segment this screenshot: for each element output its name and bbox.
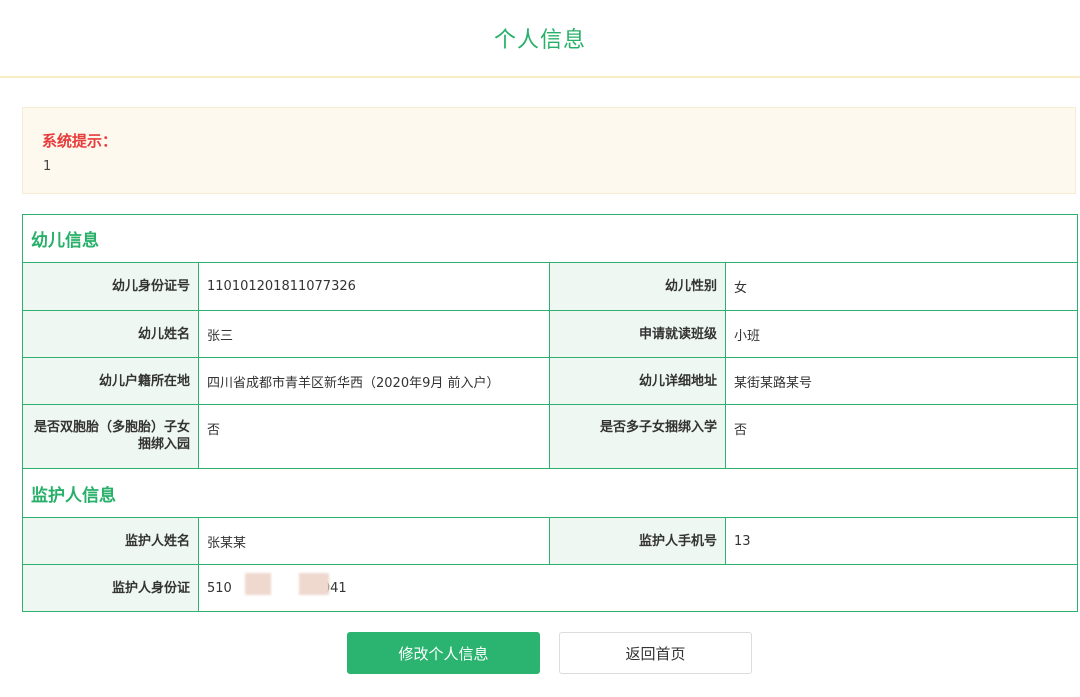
table-row: 监护人姓名 张某某 监护人手机号 13 — [23, 518, 1077, 565]
table-row: 幼儿户籍所在地 四川省成都市青羊区新华西（2020年9月 前入户） 幼儿详细地址… — [23, 358, 1077, 405]
guardian-name-value: 张某某 — [199, 518, 550, 564]
field-label: 幼儿户籍所在地 — [23, 358, 199, 404]
table-row: 幼儿姓名 张三 申请就读班级 小班 — [23, 311, 1077, 358]
child-gender-value: 女 — [734, 281, 748, 296]
child-address-value: 某街某路某号 — [734, 375, 813, 391]
field-label: 申请就读班级 — [550, 311, 726, 357]
system-notice: 系统提示： 1 — [22, 107, 1076, 194]
twins-value: 否 — [199, 405, 550, 468]
field-label: 幼儿身份证号 — [23, 263, 199, 310]
guardian-section-header: 监护人信息 — [23, 470, 1077, 518]
guardian-section-title: 监护人信息 — [31, 486, 116, 506]
field-label: 监护人姓名 — [23, 518, 199, 564]
redaction-mask — [245, 573, 271, 595]
child-name-value: 张三 — [199, 311, 550, 357]
field-label: 幼儿详细地址 — [550, 358, 726, 404]
field-label: 幼儿姓名 — [23, 311, 199, 357]
back-home-button[interactable]: 返回首页 — [559, 632, 752, 674]
notice-text: 1 — [43, 159, 52, 174]
child-section-header: 幼儿信息 — [23, 215, 1077, 263]
guardian-phone-value: 13 — [734, 533, 751, 549]
field-label: 幼儿性别 — [550, 263, 726, 310]
page-header: 个人信息 — [0, 0, 1080, 78]
field-label: 监护人手机号 — [550, 518, 726, 564]
child-id-value: 110101201811077326 — [199, 263, 550, 310]
table-row: 是否双胞胎（多胞胎）子女捆绑入园 否 是否多子女捆绑入学 否 — [23, 405, 1077, 469]
table-row: 幼儿身份证号 110101201811077326 幼儿性别 女 — [23, 263, 1077, 311]
child-section-title: 幼儿信息 — [31, 231, 99, 251]
field-label: 监护人身份证 — [23, 565, 199, 611]
multi-children-value: 否 — [734, 423, 748, 438]
child-household-value: 四川省成都市青羊区新华西（2020年9月 前入户） — [199, 358, 550, 404]
redaction-mask — [299, 573, 329, 595]
field-label: 是否双胞胎（多胞胎）子女捆绑入园 — [23, 405, 199, 468]
edit-profile-button[interactable]: 修改个人信息 — [347, 632, 540, 674]
guardian-id-value: 510 041 — [199, 565, 1077, 611]
child-class-value: 小班 — [734, 328, 761, 344]
guardian-id-prefix: 510 — [207, 580, 232, 596]
field-label: 是否多子女捆绑入学 — [550, 405, 726, 468]
table-row: 监护人身份证 510 041 — [23, 565, 1077, 611]
page-title: 个人信息 — [493, 28, 586, 53]
info-table: 幼儿信息 幼儿身份证号 110101201811077326 幼儿性别 女 幼儿… — [22, 214, 1078, 612]
notice-label: 系统提示： — [42, 132, 118, 150]
